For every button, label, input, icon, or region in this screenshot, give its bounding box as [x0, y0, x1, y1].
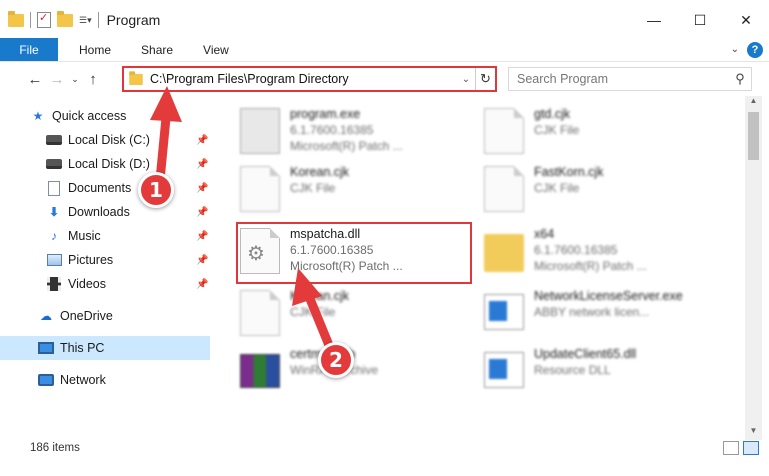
arrow-2 [292, 268, 338, 360]
step-1-badge: 1 [138, 172, 174, 208]
large-icons-view-icon[interactable] [743, 441, 759, 455]
item-count: 186 items [30, 442, 80, 454]
annotation-arrows [150, 86, 338, 360]
arrow-1 [150, 86, 182, 185]
scroll-up-icon[interactable]: ▲ [745, 96, 762, 110]
details-view-icon[interactable] [723, 441, 739, 455]
status-bar: 186 items [0, 438, 769, 458]
vertical-scrollbar[interactable]: ▲ ▼ [745, 96, 762, 440]
step-2-badge: 2 [318, 342, 354, 378]
scroll-thumb[interactable] [748, 112, 759, 160]
